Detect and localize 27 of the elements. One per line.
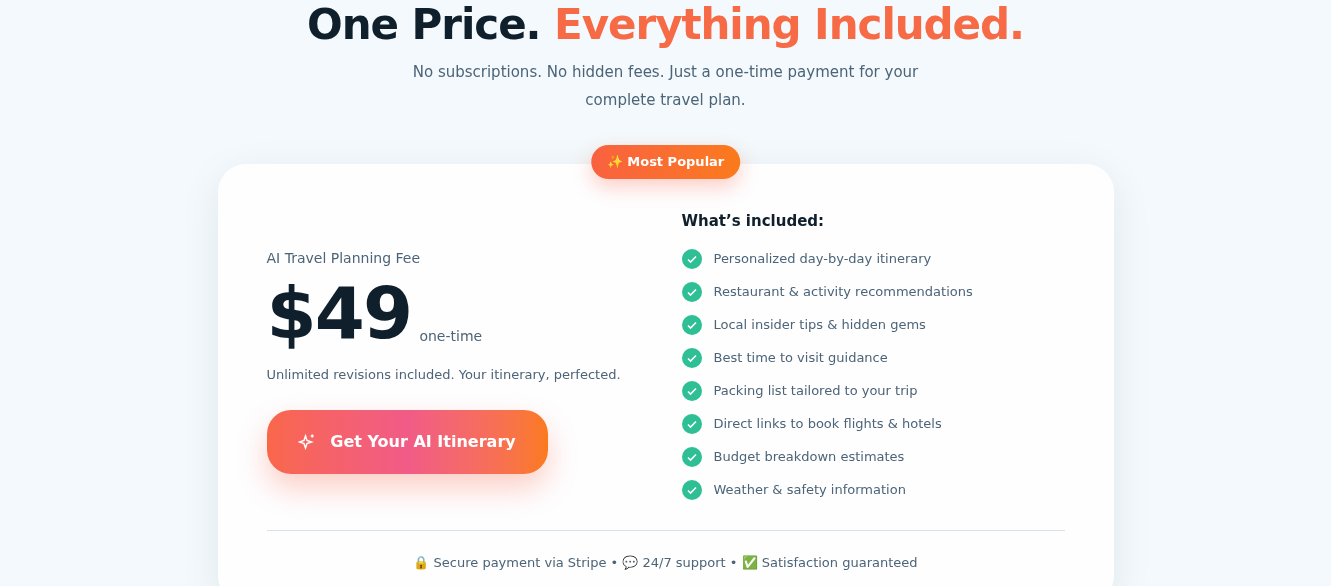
get-itinerary-button[interactable]: Get Your AI Itinerary (266, 409, 548, 474)
included-title: What’s included: (681, 211, 826, 232)
check-icon (681, 446, 702, 467)
subtitle: No subscriptions. No hidden fees. Just a one-time payment for your complete travel plan. (411, 62, 920, 111)
feature-item: Weather & safety information (713, 480, 906, 499)
check-icon (681, 380, 702, 401)
feature-item: Budget breakdown estimates (713, 447, 905, 466)
price: $49 (266, 273, 412, 353)
payment-assurance-text: 🔒 Secure payment via Stripe • 💬 24/7 support • ✅ Satisfaction guaranteed (412, 553, 919, 572)
check-icon (681, 413, 702, 434)
check-icon (681, 479, 702, 500)
check-icon (681, 248, 702, 269)
popular-badge: ✨ Most Popular (590, 145, 741, 179)
feature-item: Packing list tailored to your trip (713, 381, 918, 400)
plan-label: AI Travel Planning Fee (266, 249, 421, 268)
plan-note: Unlimited revisions included. Your itinerary, perfected. (266, 366, 622, 384)
check-icon (681, 347, 702, 368)
sparkle-icon (298, 432, 317, 451)
feature-item: Best time to visit guidance (713, 348, 888, 367)
feature-item: Direct links to book flights & hotels (713, 414, 942, 433)
price-period: one-time (419, 327, 483, 346)
page-heading: One Price. Everything Included. (307, 0, 1024, 50)
feature-item: Personalized day-by-day itinerary (713, 249, 932, 268)
check-icon (681, 281, 702, 302)
check-icon (681, 314, 702, 335)
feature-item: Local insider tips & hidden gems (713, 315, 926, 334)
feature-item: Restaurant & activity recommendations (713, 282, 973, 301)
